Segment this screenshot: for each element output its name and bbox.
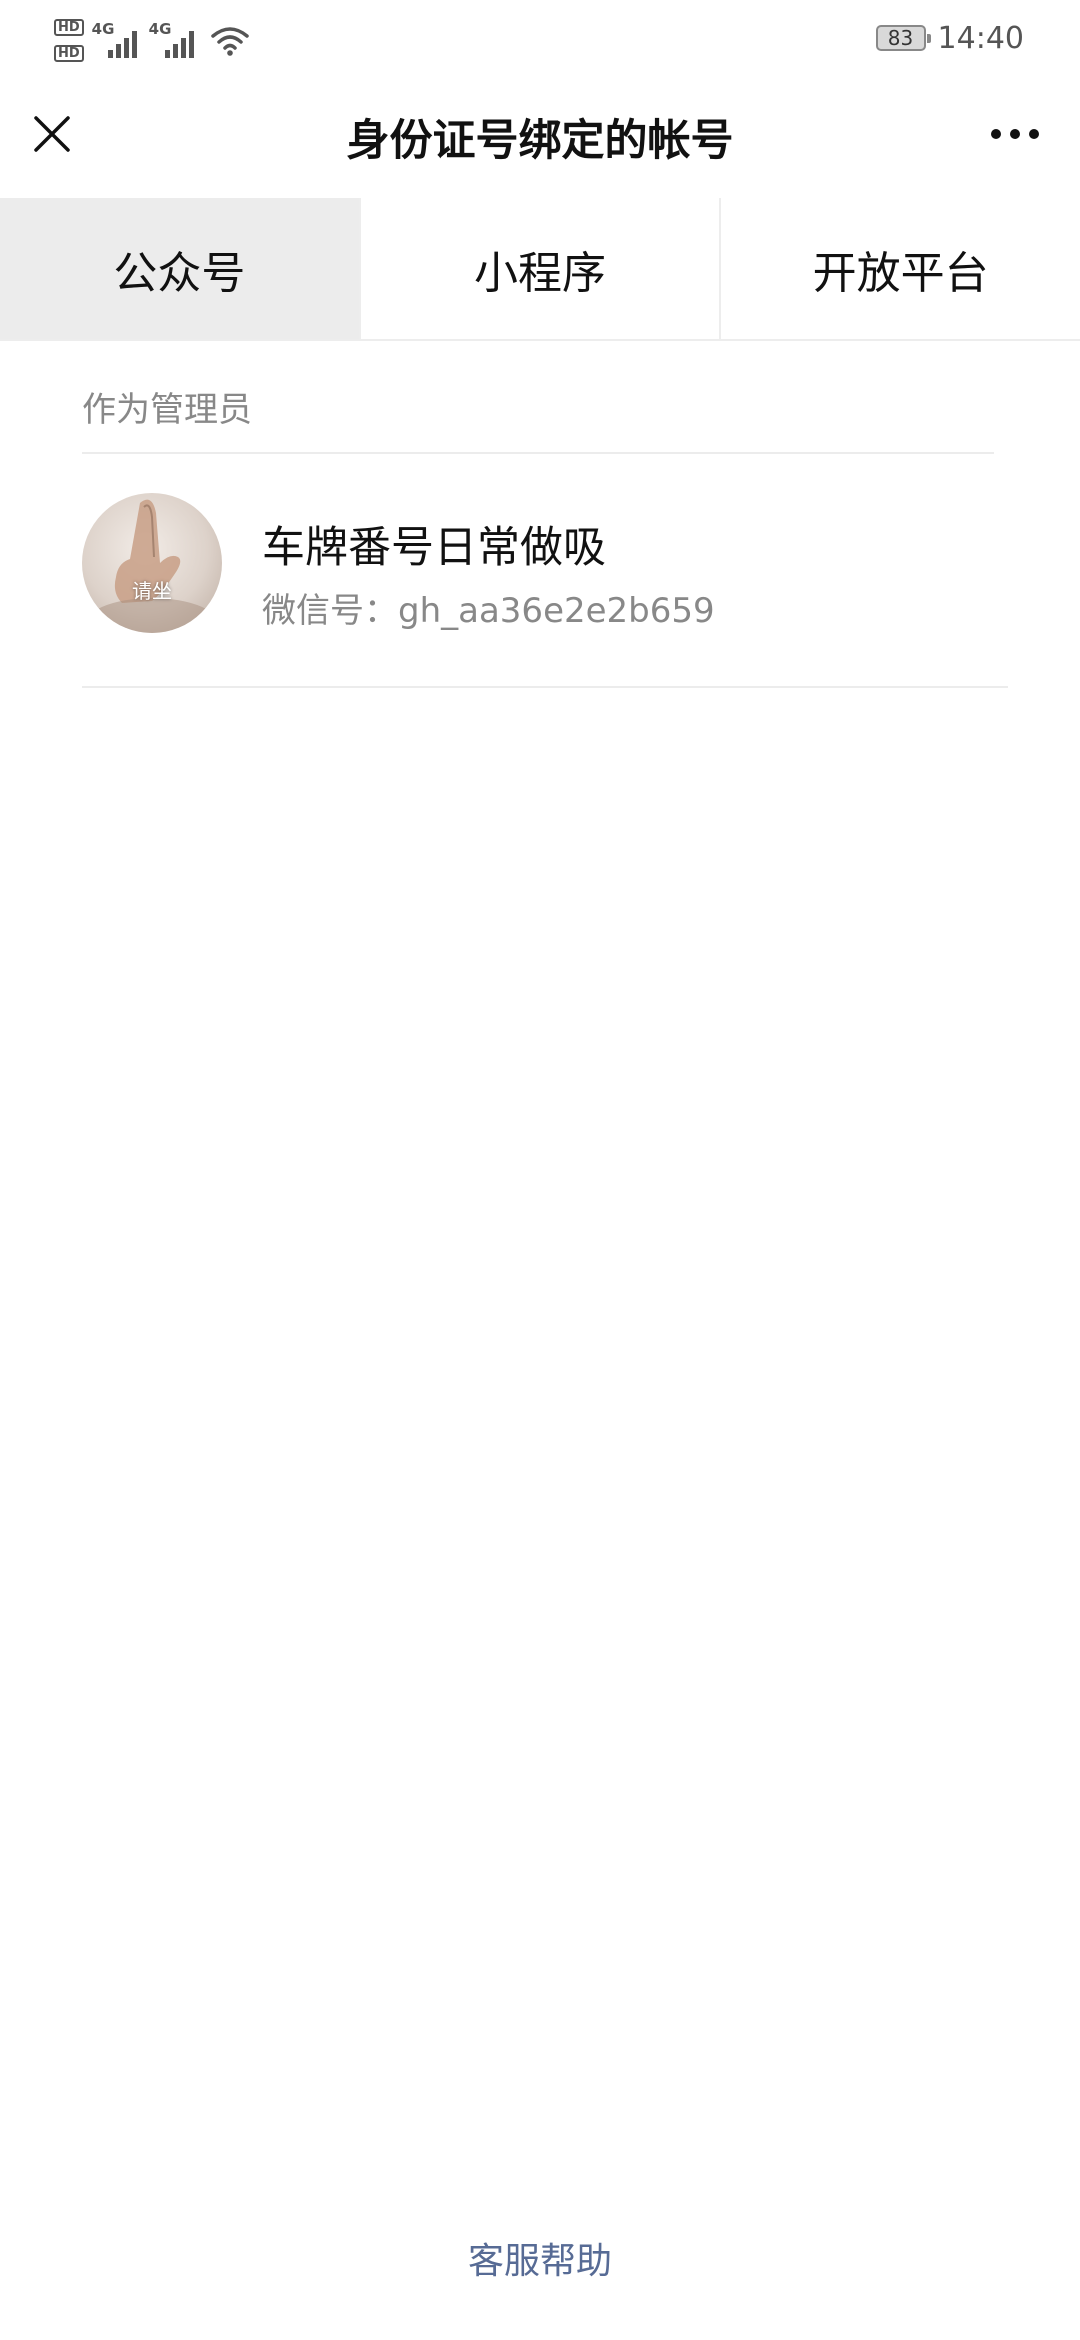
more-icon <box>1010 129 1020 139</box>
avatar-caption: 请坐 <box>132 579 172 603</box>
signal-icon: 4G <box>91 20 137 58</box>
signal-icon: 4G <box>148 20 194 58</box>
network-type-label: 4G <box>148 20 172 38</box>
hd-icon: HD <box>54 18 84 36</box>
tab-mini-programs[interactable]: 小程序 <box>361 198 722 339</box>
avatar: 请坐 <box>82 493 222 633</box>
more-icon <box>991 129 1001 139</box>
account-wechat-id: 微信号：gh_aa36e2e2b659 <box>262 591 715 631</box>
list-item[interactable]: 请坐 车牌番号日常做吸 微信号：gh_aa36e2e2b659 <box>0 455 1080 687</box>
page-title: 身份证号绑定的帐号 <box>346 116 734 166</box>
battery-level: 83 <box>887 26 914 50</box>
network-type-label: 4G <box>91 20 115 38</box>
page: HD HD 4G 4G 83 14:40 身份证号绑定的帐号 公众号 小程序 开… <box>0 0 1080 2340</box>
section-title: 作为管理员 <box>82 390 252 430</box>
hd-stack: HD HD <box>54 18 84 62</box>
divider <box>82 452 994 454</box>
divider <box>82 686 1008 688</box>
hd-icon: HD <box>54 44 84 62</box>
battery-icon: 83 <box>875 25 931 51</box>
status-bar: HD HD 4G 4G 83 14:40 <box>0 0 1080 76</box>
tab-bar: 公众号 小程序 开放平台 <box>0 198 1080 341</box>
status-right: 83 14:40 <box>875 18 1024 58</box>
account-name: 车牌番号日常做吸 <box>262 523 606 573</box>
more-icon <box>1029 129 1039 139</box>
clock: 14:40 <box>937 20 1024 56</box>
customer-service-help-link[interactable]: 客服帮助 <box>0 2232 1080 2284</box>
hand-image <box>82 499 222 633</box>
more-button[interactable] <box>980 104 1050 164</box>
status-left: HD HD 4G 4G <box>54 12 250 68</box>
title-bar: 身份证号绑定的帐号 <box>0 76 1080 198</box>
tab-official-accounts[interactable]: 公众号 <box>0 198 361 339</box>
wifi-icon <box>210 27 249 56</box>
tab-open-platform[interactable]: 开放平台 <box>721 198 1080 339</box>
